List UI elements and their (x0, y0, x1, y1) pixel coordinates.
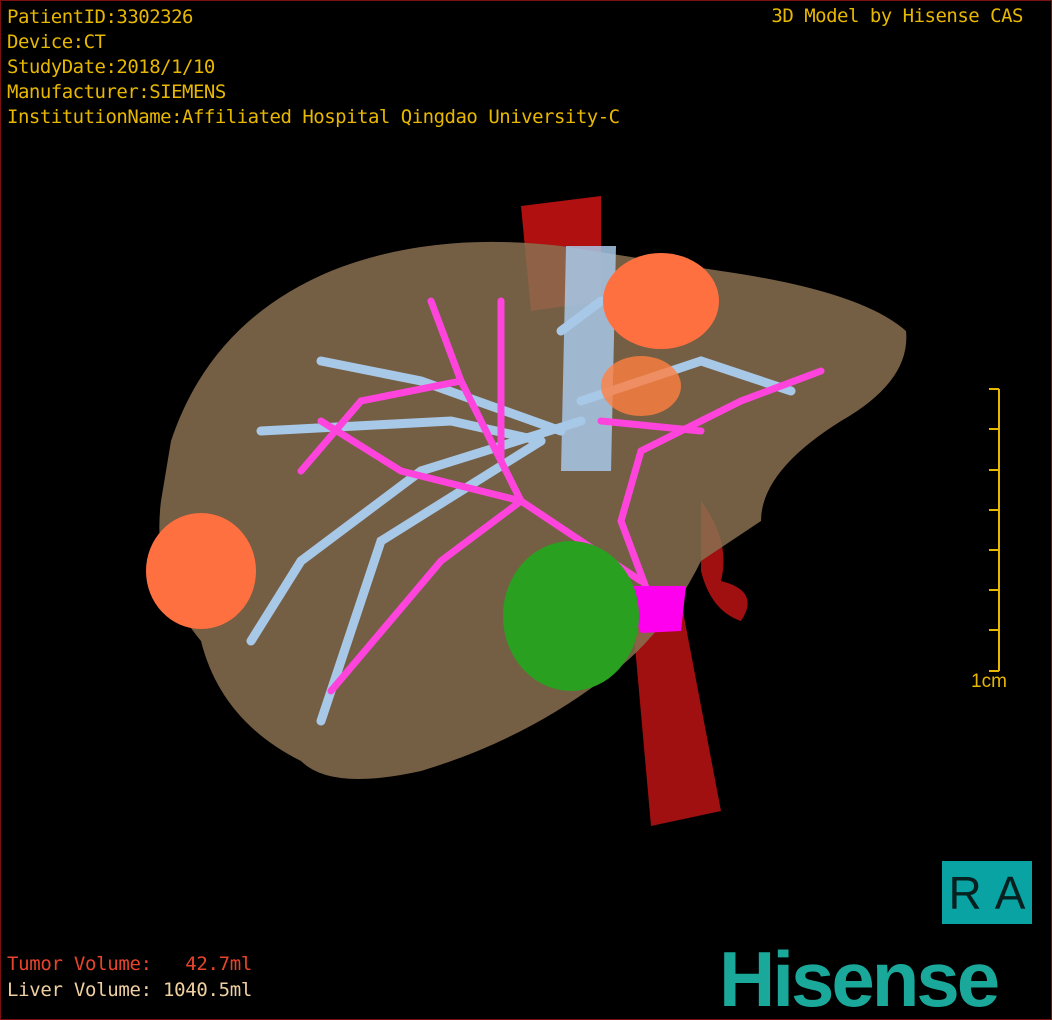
tumor-mid (601, 356, 681, 416)
device: Device:CT (7, 31, 106, 53)
orientation-indicator[interactable]: R A (942, 861, 1032, 924)
tumor-volume: Tumor Volume: 42.7ml (7, 953, 253, 975)
orientation-right: A (994, 866, 1026, 919)
patient-id: PatientID:3302326 (7, 6, 193, 28)
gallbladder (503, 541, 639, 691)
scale-bar-label: 1cm (971, 671, 1007, 692)
model-credit: 3D Model by Hisense CAS (771, 5, 1023, 27)
orientation-left: R (948, 866, 982, 919)
liver-volume: Liver Volume: 1040.5ml (7, 979, 253, 1001)
scale-bar (989, 388, 1000, 672)
tumor-left (146, 513, 256, 629)
study-date: StudyDate:2018/1/10 (7, 56, 215, 78)
ivc (561, 246, 616, 471)
institution-name: InstitutionName:Affiliated Hospital Qing… (7, 106, 620, 128)
tumor-top (603, 253, 719, 349)
hisense-logo: Hisense (719, 935, 1000, 1020)
manufacturer: Manufacturer:SIEMENS (7, 81, 226, 103)
3d-viewer[interactable]: PatientID:3302326 Device:CT StudyDate:20… (0, 0, 1052, 1020)
liver-3d-model[interactable] (1, 1, 1051, 1019)
